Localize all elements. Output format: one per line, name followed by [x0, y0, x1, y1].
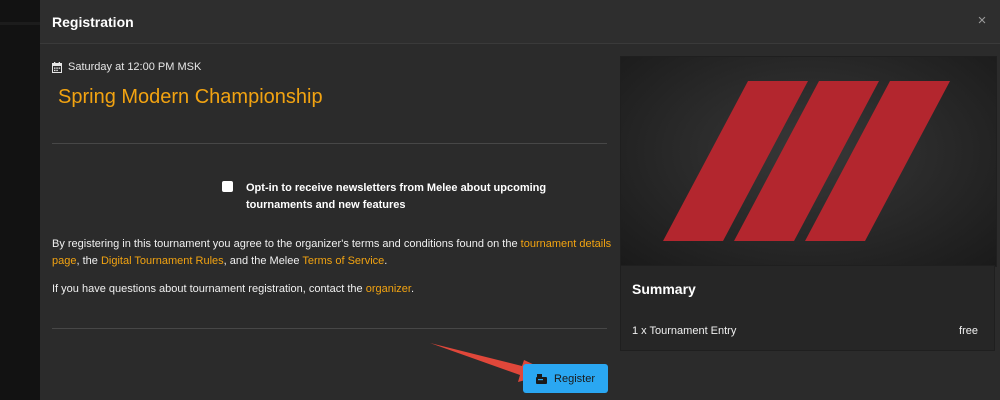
organizer-link[interactable]: organizer	[366, 283, 411, 295]
melee-logo-icon	[663, 81, 950, 241]
register-button[interactable]: Register	[523, 364, 608, 393]
terms-text-2: , the	[76, 255, 101, 267]
newsletter-checkbox[interactable]	[222, 181, 233, 192]
summary-item-price: free	[959, 325, 978, 337]
event-date-row: Saturday at 12:00 PM MSK	[52, 60, 201, 74]
modal-header: Registration ×	[40, 0, 1000, 44]
contact-paragraph: If you have questions about tournament r…	[52, 281, 612, 298]
terms-paragraph: By registering in this tournament you ag…	[52, 236, 612, 270]
tournament-name: Spring Modern Championship	[58, 86, 323, 108]
newsletter-optin: Opt-in to receive newsletters from Melee…	[222, 180, 562, 214]
page-backdrop	[0, 0, 40, 400]
divider-top	[52, 143, 607, 144]
registration-modal: Registration × Saturday at 12:00 PM MSK …	[40, 0, 1000, 400]
terms-of-service-link[interactable]: Terms of Service	[302, 255, 384, 267]
terms-text-1: By registering in this tournament you ag…	[52, 238, 521, 250]
close-icon: ×	[977, 12, 987, 29]
contact-text-1: If you have questions about tournament r…	[52, 283, 366, 295]
close-button[interactable]: ×	[974, 12, 990, 30]
divider-bottom	[52, 328, 607, 329]
summary-item-label: 1 x Tournament Entry	[632, 325, 737, 337]
event-date: Saturday at 12:00 PM MSK	[68, 61, 202, 73]
register-icon	[536, 373, 548, 384]
terms-text-4: .	[384, 255, 388, 267]
summary-panel: Summary 1 x Tournament Entry free	[620, 265, 995, 351]
register-label: Register	[554, 372, 595, 385]
contact-text-2: .	[410, 283, 415, 295]
backdrop-strip	[0, 22, 40, 25]
digital-rules-link[interactable]: Digital Tournament Rules	[101, 255, 224, 267]
newsletter-label[interactable]: Opt-in to receive newsletters from Melee…	[246, 180, 562, 214]
tournament-logo-panel	[620, 56, 997, 267]
summary-title: Summary	[632, 281, 696, 297]
modal-title: Registration	[52, 14, 134, 30]
terms-text-3: , and the Melee	[223, 255, 303, 267]
calendar-icon	[52, 61, 62, 73]
